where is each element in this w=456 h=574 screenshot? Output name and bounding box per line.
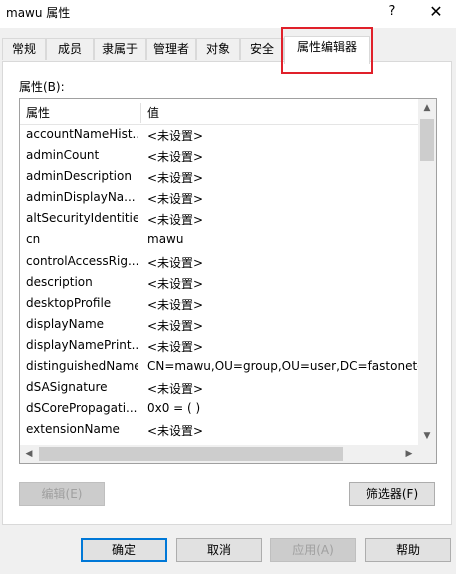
attribute-row[interactable]: dSCorePropagati... 0x0 = ( ) xyxy=(20,399,418,420)
hscroll-thumb[interactable] xyxy=(39,447,343,461)
scroll-down-icon[interactable]: ▼ xyxy=(418,427,436,445)
attribute-row[interactable]: distinguishedName CN=mawu,OU=group,OU=use… xyxy=(20,357,419,378)
tab-strip: 常规 成员 隶属于 管理者 对象 安全 属性编辑器 xyxy=(0,36,456,64)
attribute-value: <未设置> xyxy=(147,339,204,354)
edit-button[interactable]: 编辑(E) xyxy=(19,482,105,506)
attribute-name: description xyxy=(26,274,93,289)
scroll-corner xyxy=(418,445,436,463)
attribute-value: <未设置> xyxy=(147,424,204,439)
attribute-name: dSCorePropagati... xyxy=(26,401,138,416)
attribute-value: <未设置> xyxy=(147,276,204,291)
attribute-name: displayName xyxy=(26,316,105,331)
attribute-value: <未设置> xyxy=(147,171,204,186)
close-icon[interactable]: ✕ xyxy=(424,2,448,22)
tab-member-of[interactable]: 隶属于 xyxy=(94,38,146,60)
list-header: 属性 值 xyxy=(20,99,418,125)
scroll-left-icon[interactable]: ◀ xyxy=(20,445,38,463)
attribute-row[interactable]: extensionName <未设置> xyxy=(20,420,418,441)
attribute-name: adminDisplayNa... xyxy=(26,190,136,205)
tab-members[interactable]: 成员 xyxy=(46,38,94,60)
tab-object[interactable]: 对象 xyxy=(196,38,240,60)
attribute-value: 0x0 = ( ) xyxy=(147,401,201,416)
column-header-value[interactable]: 值 xyxy=(147,104,159,121)
attribute-value: CN=mawu,OU=group,OU=user,DC=fastonetech xyxy=(147,359,419,374)
tab-security[interactable]: 安全 xyxy=(240,38,284,60)
attribute-name: displayNamePrint... xyxy=(26,337,138,352)
attribute-row[interactable]: displayNamePrint... <未设置> xyxy=(20,336,418,357)
ok-button[interactable]: 确定 xyxy=(81,538,167,562)
attribute-row[interactable]: adminDisplayNa... <未设置> xyxy=(20,188,418,209)
attribute-name: adminDescription xyxy=(26,169,132,184)
attribute-row[interactable]: desktopProfile <未设置> xyxy=(20,294,418,315)
attribute-value: <未设置> xyxy=(147,213,204,228)
attribute-name: accountNameHist... xyxy=(26,127,138,141)
filter-button[interactable]: 筛选器(F) xyxy=(349,482,435,506)
scroll-right-icon[interactable]: ▶ xyxy=(400,445,418,463)
column-header-attribute[interactable]: 属性 xyxy=(26,104,50,121)
help-button[interactable]: 帮助 xyxy=(365,538,451,562)
window-title: mawu 属性 xyxy=(6,6,71,20)
vertical-scrollbar[interactable]: ▲ ▼ xyxy=(418,99,436,445)
attribute-value: <未设置> xyxy=(147,150,204,165)
attribute-name: dSASignature xyxy=(26,380,108,395)
attribute-row[interactable]: description <未设置> xyxy=(20,273,418,294)
attribute-row[interactable]: displayName <未设置> xyxy=(20,315,418,336)
help-icon[interactable]: ? xyxy=(380,2,404,22)
attribute-name: adminCount xyxy=(26,148,100,163)
attribute-name: altSecurityIdentities xyxy=(26,211,138,226)
apply-button[interactable]: 应用(A) xyxy=(270,538,356,562)
attribute-value: mawu xyxy=(147,232,184,247)
scroll-up-icon[interactable]: ▲ xyxy=(418,99,436,117)
tab-managed-by[interactable]: 管理者 xyxy=(146,38,196,60)
attribute-name: controlAccessRig... xyxy=(26,253,138,268)
column-divider[interactable] xyxy=(140,103,141,123)
attribute-row[interactable]: dSASignature <未设置> xyxy=(20,378,418,399)
attribute-value: <未设置> xyxy=(147,318,204,333)
attribute-row[interactable]: cn mawu xyxy=(20,230,418,251)
attribute-value: <未设置> xyxy=(147,255,204,270)
attribute-value: <未设置> xyxy=(147,297,204,312)
attribute-name: desktopProfile xyxy=(26,295,112,310)
attribute-rows: accountNameHist... <未设置> adminCount <未设置> ad… xyxy=(20,125,419,463)
attribute-row[interactable]: adminDescription <未设置> xyxy=(20,167,418,188)
title-bar: mawu 属性 ? ✕ xyxy=(0,0,456,28)
tab-general[interactable]: 常规 xyxy=(2,38,46,60)
attribute-value: <未设置> xyxy=(147,129,204,143)
attribute-value: <未设置> xyxy=(147,382,204,397)
attribute-name: cn xyxy=(26,232,41,247)
attribute-list[interactable]: 属性 值 accountNameHist... <未设置> adminCount <未… xyxy=(19,98,437,464)
attribute-name: extensionName xyxy=(26,422,120,437)
horizontal-scrollbar[interactable]: ◀ ▶ xyxy=(20,445,418,463)
attribute-row[interactable]: accountNameHist... <未设置> xyxy=(20,125,418,146)
attributes-label: 属性(B): xyxy=(19,80,65,94)
cancel-button[interactable]: 取消 xyxy=(176,538,262,562)
scroll-thumb[interactable] xyxy=(420,119,434,161)
tab-attribute-editor[interactable]: 属性编辑器 xyxy=(284,36,370,64)
attribute-row[interactable]: controlAccessRig... <未设置> xyxy=(20,252,418,273)
attribute-value: <未设置> xyxy=(147,192,204,207)
attribute-row[interactable]: altSecurityIdentities <未设置> xyxy=(20,209,418,230)
attribute-row[interactable]: adminCount <未设置> xyxy=(20,146,418,167)
attribute-name: distinguishedName xyxy=(26,359,138,374)
